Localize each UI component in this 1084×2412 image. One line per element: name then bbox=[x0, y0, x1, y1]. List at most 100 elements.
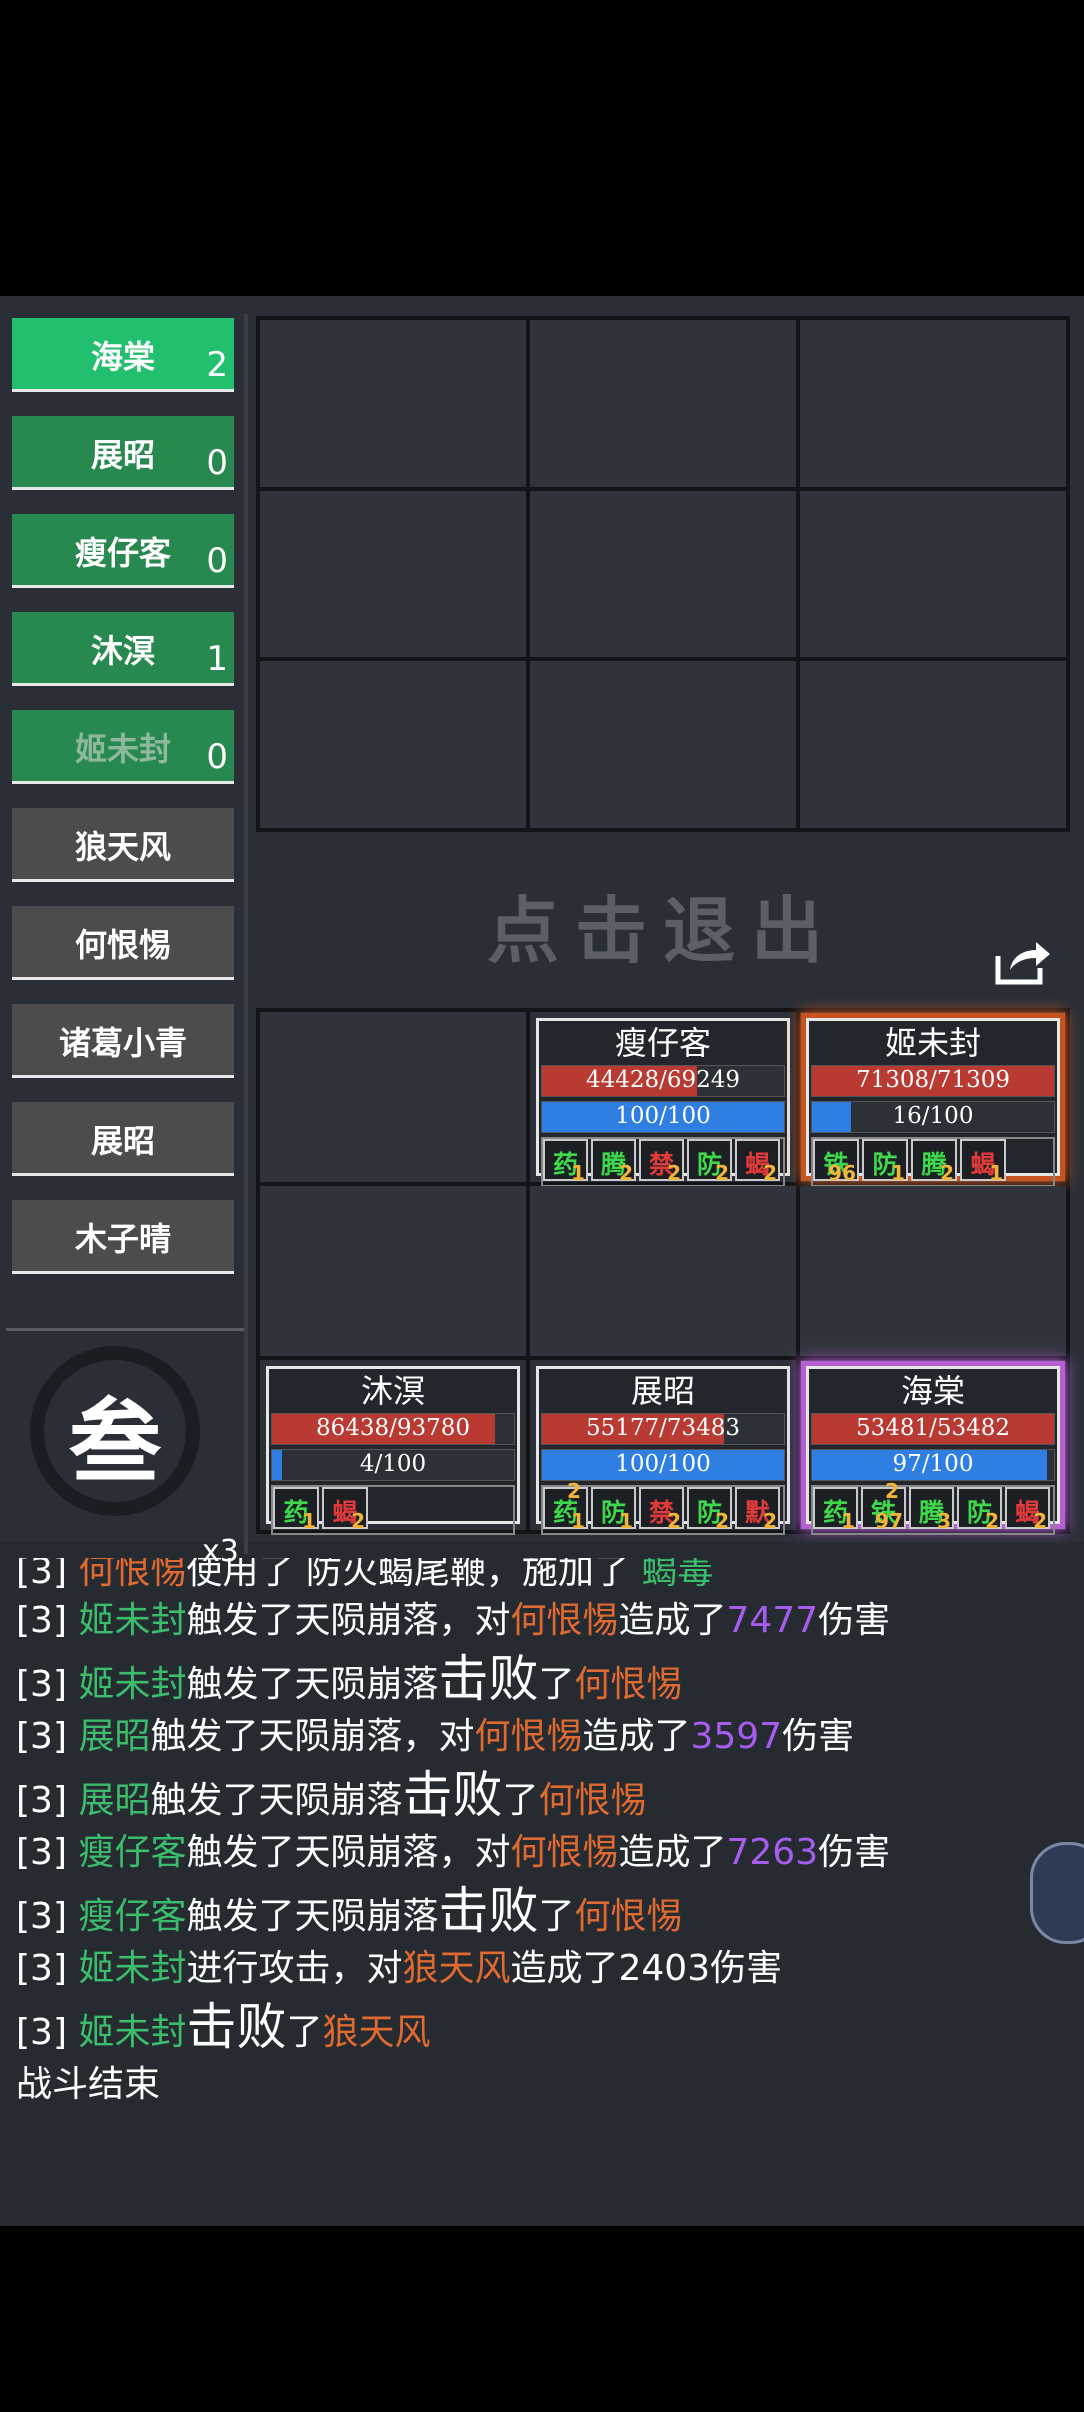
board-cell[interactable]: 展昭 55177/73483 100/100 药12防1禁2防2默2 bbox=[530, 1360, 796, 1535]
roster-name: 海棠 bbox=[90, 338, 155, 376]
log-text: 了 bbox=[502, 1780, 539, 1821]
buff-chip[interactable]: 腾2 bbox=[911, 1139, 957, 1185]
roster-name: 沐溟 bbox=[90, 632, 155, 670]
unit-card-selected[interactable]: 姬未封 71308/71309 16/100 铁 96 防 1 腾 2 蝎 1 bbox=[806, 1018, 1060, 1187]
buff-chip[interactable]: 铁 96 bbox=[813, 1139, 859, 1185]
buff-chip[interactable]: 腾3 bbox=[909, 1487, 954, 1533]
log-line: [3] 姬未封触发了天陨崩落击败了何恨惕 bbox=[16, 1652, 1084, 1710]
buff-chip[interactable]: 蝎2 bbox=[735, 1139, 780, 1185]
floating-chat-bubble[interactable] bbox=[1030, 1842, 1084, 1944]
log-text: 造成了2403伤害 bbox=[510, 1948, 783, 1989]
buff-chip[interactable]: 防2 bbox=[687, 1487, 732, 1533]
buff-stack: 1 bbox=[571, 1161, 585, 1185]
roster-item-shouzaike[interactable]: 瘦仔客 0 bbox=[12, 514, 234, 588]
buff-chip[interactable]: 腾2 bbox=[591, 1139, 636, 1185]
log-actor: 瘦仔客 bbox=[78, 1832, 187, 1873]
unit-card[interactable]: 沐溟 86438/93780 4/100 药1蝎2 bbox=[266, 1366, 520, 1535]
buff-chip[interactable]: 蝎1 bbox=[960, 1139, 1006, 1185]
buff-chip[interactable]: 防2 bbox=[687, 1139, 732, 1185]
log-damage: 3597 bbox=[690, 1716, 783, 1757]
log-round: [3] bbox=[16, 1600, 79, 1641]
log-battle-end: 战斗结束 bbox=[16, 2064, 161, 2105]
buff-chip[interactable]: 防1 bbox=[862, 1139, 908, 1185]
buff-stack: 2 bbox=[763, 1161, 777, 1185]
log-actor: 姬未封 bbox=[78, 1664, 187, 1705]
log-round: [3] bbox=[16, 1716, 79, 1757]
roster-item-haitang[interactable]: 海棠 2 bbox=[12, 318, 234, 392]
roster-name: 姬未封 bbox=[74, 730, 171, 768]
roster-item-hehenti[interactable]: 何恨惕 bbox=[12, 906, 234, 980]
board-cell[interactable] bbox=[800, 661, 1066, 828]
buff-stack: 2 bbox=[940, 1161, 954, 1185]
buff-chip[interactable]: 药12 bbox=[543, 1479, 588, 1533]
board-cell[interactable] bbox=[530, 320, 796, 487]
buff-stack: 1 bbox=[891, 1161, 905, 1185]
hp-text: 86438/93780 bbox=[315, 1415, 471, 1441]
buff-chip[interactable]: 药1 bbox=[543, 1139, 588, 1185]
tap-to-exit-label[interactable]: 点击退出 bbox=[256, 872, 1070, 977]
buff-stack: 1 bbox=[989, 1161, 1003, 1185]
enemy-board bbox=[256, 316, 1070, 832]
log-text: 进行攻击，对 bbox=[186, 1948, 403, 1989]
roster-item-langtianfeng[interactable]: 狼天风 bbox=[12, 808, 234, 882]
buff-chip[interactable]: 禁2 bbox=[639, 1487, 684, 1533]
board-cell[interactable]: 瘦仔客 44428/69249 100/100 药1腾2禁2防2蝎2 bbox=[530, 1012, 796, 1187]
board-cell[interactable]: 姬未封 71308/71309 16/100 铁 96 防 1 腾 2 蝎 1 bbox=[800, 1012, 1066, 1187]
log-text: 触发了天陨崩落 bbox=[186, 1896, 439, 1937]
buff-stack-extra: 2 bbox=[885, 1479, 899, 1503]
board-cell[interactable] bbox=[530, 490, 796, 658]
skill-emblem[interactable]: 叁 x3 bbox=[30, 1346, 239, 1569]
battle-log[interactable]: [3] 何恨惕使用了 防火蝎尾鞭，施加了 蝎毒 [3] 姬未封触发了天陨崩落，对… bbox=[0, 1558, 1084, 2116]
unit-card[interactable]: 展昭 55177/73483 100/100 药12防1禁2防2默2 bbox=[536, 1366, 790, 1535]
board-cell[interactable] bbox=[260, 490, 526, 658]
board-cell[interactable] bbox=[800, 1186, 1066, 1356]
buff-chip[interactable]: 药1 bbox=[273, 1487, 319, 1533]
buff-stack: 97 bbox=[875, 1509, 903, 1533]
roster-count: 2 bbox=[206, 345, 228, 385]
buff-stack: 2 bbox=[985, 1509, 999, 1533]
board-cell[interactable] bbox=[530, 661, 796, 828]
roster-name: 诸葛小青 bbox=[58, 1024, 187, 1062]
buff-stack: 1 bbox=[302, 1509, 316, 1533]
buff-chip[interactable]: 防1 bbox=[591, 1487, 636, 1533]
buff-chip[interactable]: 禁2 bbox=[639, 1139, 684, 1185]
board-cell[interactable] bbox=[260, 1012, 526, 1182]
log-round: [3] bbox=[16, 1558, 79, 1592]
board-cell[interactable] bbox=[800, 490, 1066, 658]
buff-chip[interactable]: 默2 bbox=[735, 1487, 780, 1533]
buff-stack: 2 bbox=[715, 1509, 729, 1533]
board-cell[interactable]: 沐溟 86438/93780 4/100 药1蝎2 bbox=[260, 1360, 526, 1535]
unit-card[interactable]: 瘦仔客 44428/69249 100/100 药1腾2禁2防2蝎2 bbox=[536, 1018, 790, 1187]
buff-stack: 3 bbox=[937, 1509, 951, 1533]
buff-chip[interactable]: 药1 bbox=[813, 1487, 858, 1533]
roster-item-muziqing[interactable]: 木子晴 bbox=[12, 1200, 234, 1274]
board-cell[interactable] bbox=[260, 320, 526, 487]
buff-chip[interactable]: 铁 97 2 bbox=[861, 1479, 906, 1533]
buff-stack: 2 bbox=[619, 1161, 633, 1185]
share-icon[interactable] bbox=[994, 936, 1052, 986]
log-round: [3] bbox=[16, 1664, 79, 1705]
unit-card-active[interactable]: 海棠 53481/53482 97/100 药 1 铁 97 2 腾 3 防 2 蝎 2 bbox=[806, 1366, 1060, 1535]
energy-text: 97/100 bbox=[892, 1451, 974, 1477]
board-cell[interactable] bbox=[800, 320, 1066, 487]
log-text: 触发了天陨崩落，对 bbox=[186, 1600, 511, 1641]
roster-item-zhanzhao-enemy[interactable]: 展昭 bbox=[12, 1102, 234, 1176]
energy-text: 4/100 bbox=[359, 1451, 427, 1477]
buff-chip[interactable]: 防2 bbox=[957, 1487, 1002, 1533]
buff-chip[interactable]: 蝎2 bbox=[322, 1487, 368, 1533]
roster-item-jiweifeng[interactable]: 姬未封 0 bbox=[12, 710, 234, 784]
unit-name: 海棠 bbox=[900, 1372, 965, 1410]
board-cell[interactable] bbox=[260, 1186, 526, 1356]
log-text: 伤害 bbox=[782, 1716, 855, 1757]
board-cell[interactable] bbox=[260, 661, 526, 828]
buff-stack: 2 bbox=[667, 1161, 681, 1185]
roster-item-zhanzhao[interactable]: 展昭 0 bbox=[12, 416, 234, 490]
buff-chip[interactable]: 蝎2 bbox=[1005, 1487, 1050, 1533]
unit-name: 瘦仔客 bbox=[614, 1024, 711, 1062]
log-line: [3] 瘦仔客触发了天陨崩落击败了何恨惕 bbox=[16, 1884, 1084, 1942]
roster-item-zhugexiaoqing[interactable]: 诸葛小青 bbox=[12, 1004, 234, 1078]
roster-count: 0 bbox=[206, 737, 228, 777]
board-cell[interactable]: 海棠 53481/53482 97/100 药 1 铁 97 2 腾 3 防 2 蝎 2 bbox=[800, 1360, 1066, 1535]
board-cell[interactable] bbox=[530, 1186, 796, 1356]
roster-item-muming[interactable]: 沐溟 1 bbox=[12, 612, 234, 686]
